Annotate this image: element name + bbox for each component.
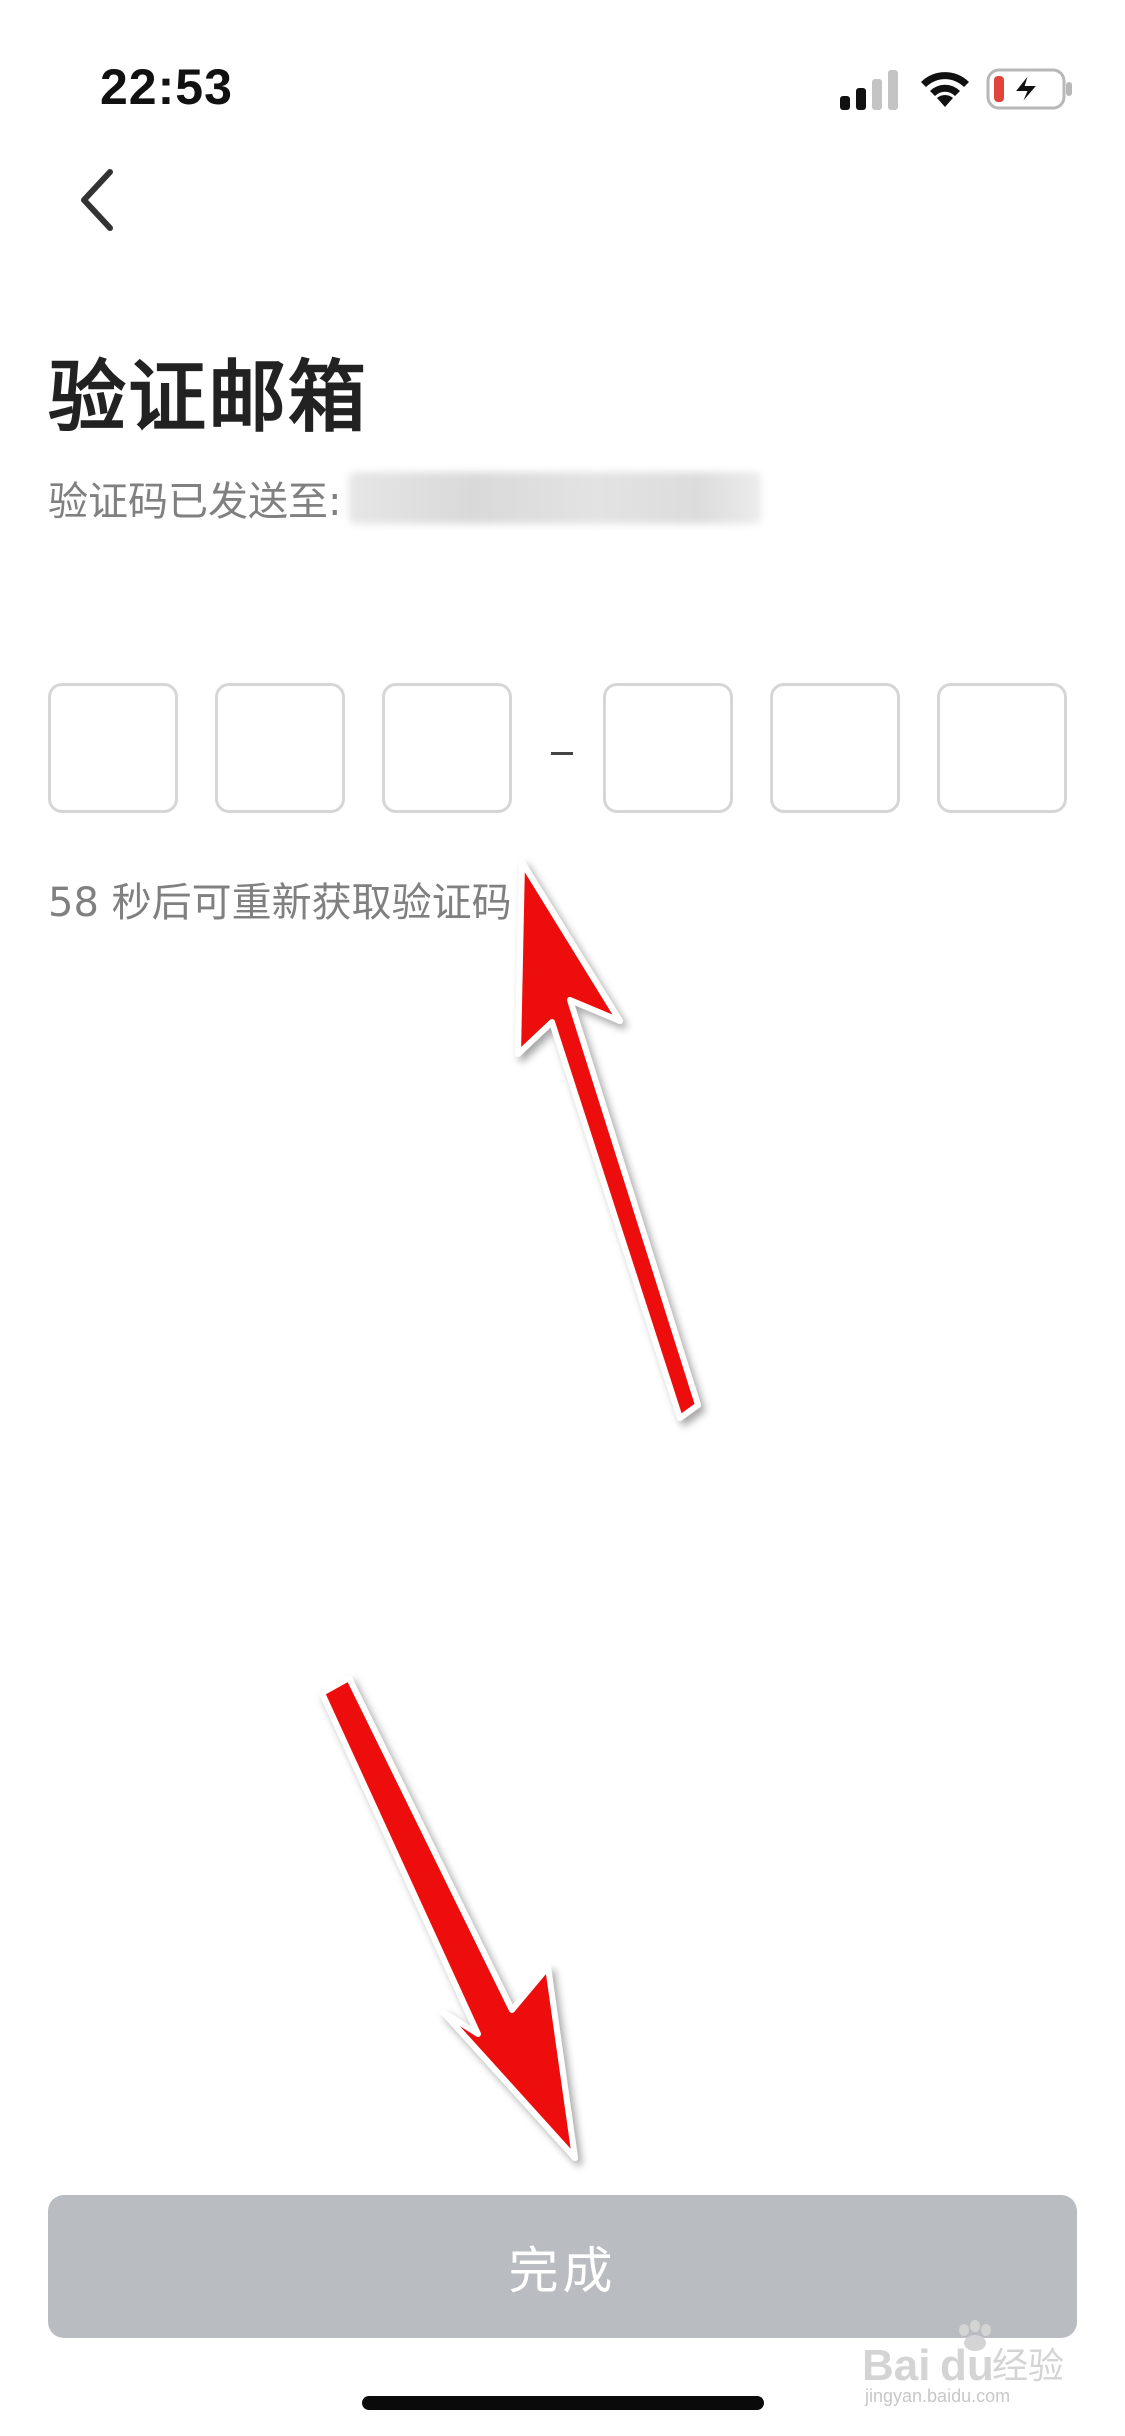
code-digit-5[interactable] (770, 683, 900, 813)
back-button[interactable] (60, 160, 140, 240)
wifi-icon (921, 72, 969, 107)
code-digit-4[interactable] (603, 683, 733, 813)
code-digit-2[interactable] (215, 683, 345, 813)
battery-charging-icon (986, 68, 1072, 110)
svg-text:经验: 经验 (992, 2346, 1064, 2387)
down-arrow (319, 1675, 578, 2161)
done-label: 完成 (508, 2241, 617, 2300)
home-indicator (362, 2396, 764, 2410)
code-digit-3[interactable] (382, 683, 512, 813)
svg-text:Bai: Bai (862, 2341, 930, 2390)
code-digit-1[interactable] (48, 683, 178, 813)
watermark-url: jingyan.baidu.com (865, 2386, 1011, 2406)
status-time: 22:53 (100, 59, 233, 115)
signal-icon (840, 70, 898, 110)
sent-to-label: 验证码已发送至: (48, 479, 342, 525)
done-button[interactable]: 完成 (48, 2195, 1077, 2338)
sent-to-row: 验证码已发送至: (48, 470, 762, 526)
resend-countdown: 58 秒后可重新获取验证码 (48, 880, 512, 926)
code-separator (551, 752, 573, 755)
chevron-left-icon (81, 169, 113, 231)
page-title: 验证邮箱 (48, 353, 369, 443)
svg-text:du: du (940, 2341, 994, 2390)
screen: 22:53 验证邮箱 验证码已发送至: 58 秒后可重新获取验证码 完成 Bai… (0, 0, 1125, 2436)
up-arrow (515, 859, 701, 1421)
redacted-email (349, 472, 762, 524)
code-digit-6[interactable] (937, 683, 1067, 813)
